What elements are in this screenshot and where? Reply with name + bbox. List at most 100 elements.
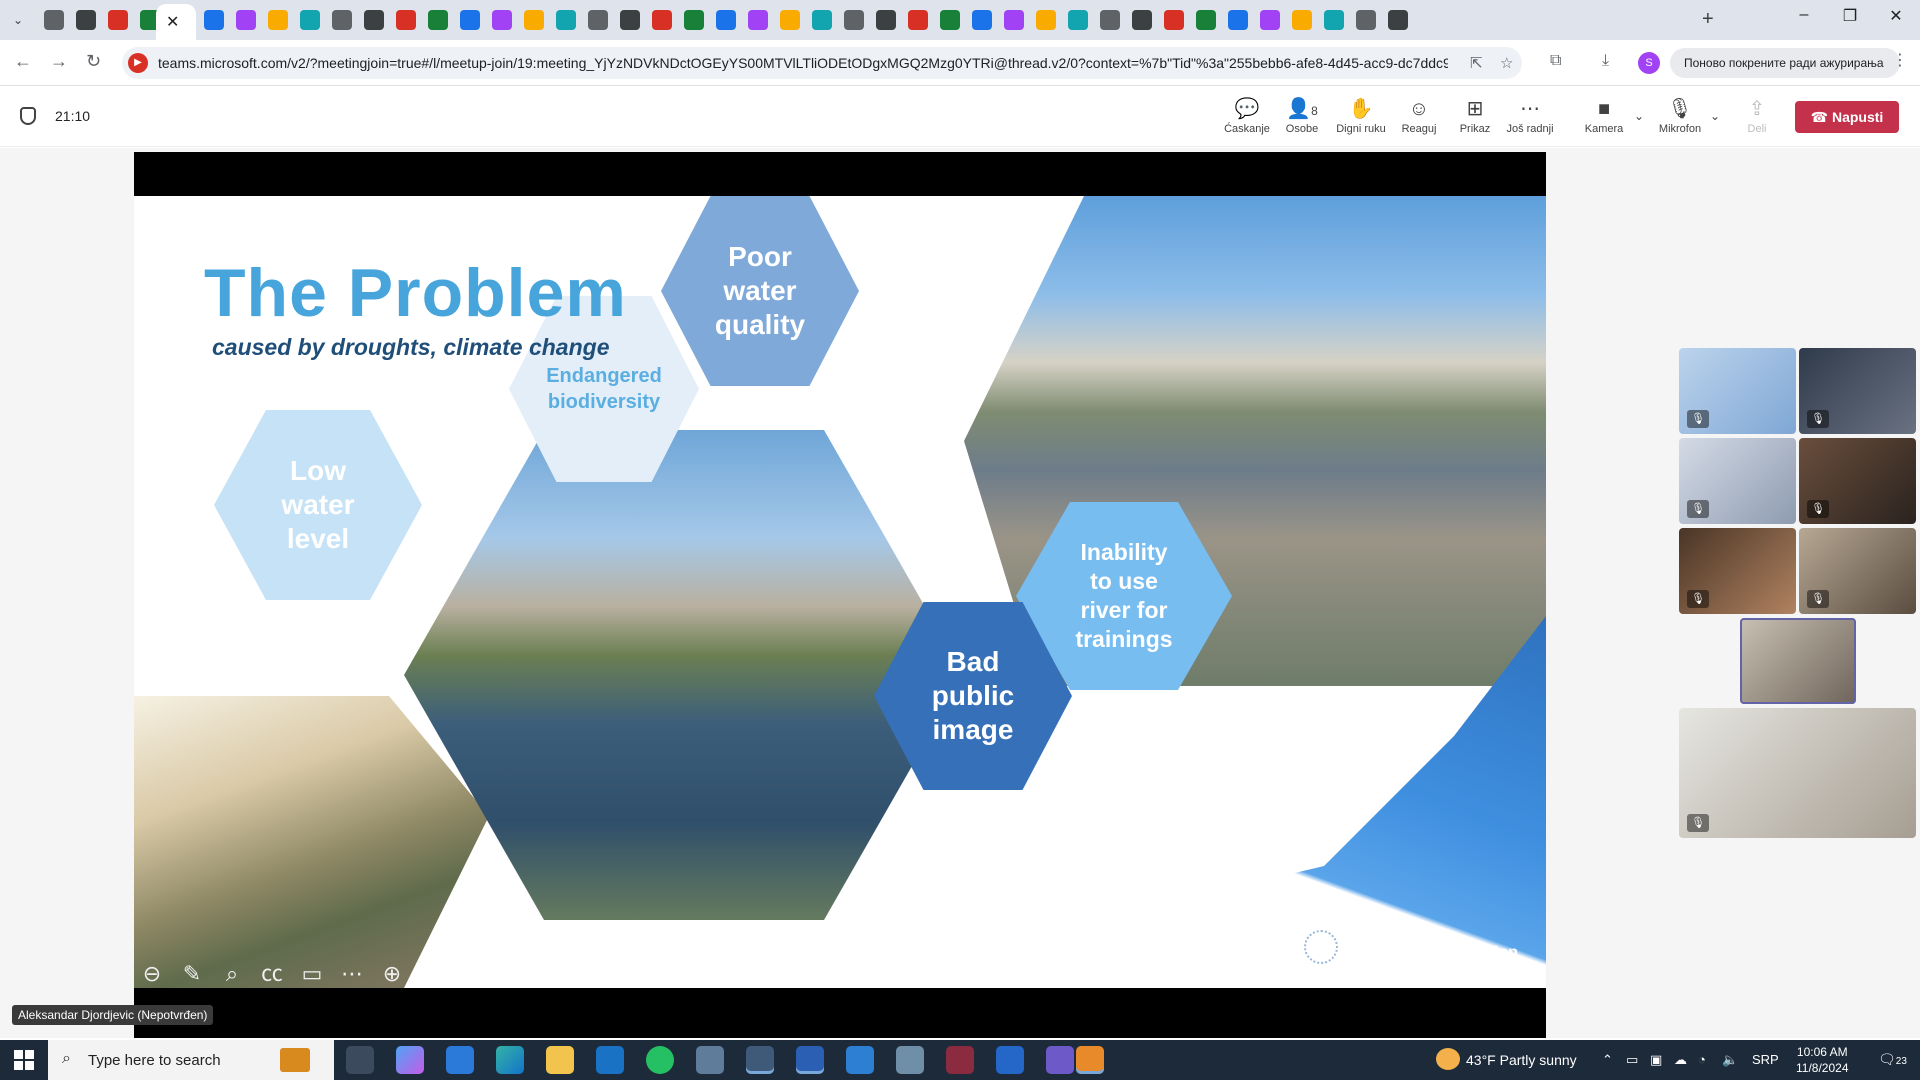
extensions-icon[interactable]: ⧉ bbox=[1550, 52, 1561, 70]
site-info-icon[interactable]: ▶ bbox=[128, 53, 148, 73]
web-icon[interactable] bbox=[1196, 10, 1216, 30]
photos-icon[interactable] bbox=[846, 1046, 874, 1074]
camera-options-chevron-icon[interactable]: ⌄ bbox=[1634, 109, 1644, 123]
forward-icon[interactable]: → bbox=[50, 51, 68, 72]
bookmark-star-icon[interactable]: ☆ bbox=[1500, 54, 1513, 72]
profile-avatar[interactable]: S bbox=[1638, 52, 1660, 74]
whatsapp-icon[interactable] bbox=[646, 1046, 674, 1074]
reload-icon[interactable]: ↻ bbox=[86, 51, 101, 72]
web-icon[interactable] bbox=[1068, 10, 1088, 30]
web-icon[interactable] bbox=[652, 10, 672, 30]
web-icon[interactable] bbox=[1164, 10, 1184, 30]
notification-center-icon[interactable]: 🗨23 bbox=[1878, 1051, 1907, 1068]
github-icon[interactable] bbox=[780, 10, 800, 30]
browser-menu-icon[interactable]: ⋮ bbox=[1892, 50, 1908, 70]
chrome-icon[interactable] bbox=[746, 1046, 774, 1074]
zoom-icon[interactable]: ⌕ bbox=[216, 958, 248, 988]
participant-tile[interactable]: 🎙 bbox=[1679, 348, 1796, 434]
share-button[interactable]: ⇪ Deli bbox=[1727, 97, 1787, 135]
participant-tile[interactable]: 🎙 bbox=[1799, 528, 1916, 614]
file-explorer-icon[interactable] bbox=[546, 1046, 574, 1074]
weather-text[interactable]: 43°F Partly sunny bbox=[1466, 1052, 1577, 1068]
update-chip[interactable]: Поново покрените ради ажурирања bbox=[1670, 48, 1900, 78]
viber-icon[interactable] bbox=[1046, 1046, 1074, 1074]
previous-slide-icon[interactable]: ⊖ bbox=[136, 958, 168, 988]
url-text[interactable]: teams.microsoft.com/v2/?meetingjoin=true… bbox=[158, 55, 1448, 71]
translate-icon[interactable] bbox=[812, 10, 832, 30]
tray-app-icon[interactable]: ☁ bbox=[1674, 1052, 1687, 1068]
windows-start-icon[interactable] bbox=[14, 1050, 34, 1070]
new-tab-button[interactable]: + bbox=[1702, 8, 1714, 31]
web-icon[interactable] bbox=[1004, 10, 1024, 30]
mail-icon[interactable] bbox=[620, 10, 640, 30]
web-icon[interactable] bbox=[940, 10, 960, 30]
calculator-icon[interactable] bbox=[696, 1046, 724, 1074]
web-icon[interactable] bbox=[972, 10, 992, 30]
self-view-tile[interactable]: 🎙 bbox=[1679, 708, 1916, 838]
onedrive-icon[interactable] bbox=[236, 10, 256, 30]
web-icon[interactable] bbox=[332, 10, 352, 30]
web-icon[interactable] bbox=[876, 10, 896, 30]
github-icon[interactable] bbox=[1260, 10, 1280, 30]
camera-icon[interactable]: ▭ bbox=[296, 958, 328, 988]
task-view-icon[interactable] bbox=[346, 1046, 374, 1074]
address-bar[interactable]: ▶ teams.microsoft.com/v2/?meetingjoin=tr… bbox=[122, 47, 1522, 79]
leave-button[interactable]: ☎ Napusti bbox=[1795, 101, 1899, 133]
edge-icon[interactable] bbox=[496, 1046, 524, 1074]
people-button[interactable]: 👤8 Osobe bbox=[1272, 97, 1332, 135]
volume-icon[interactable]: 🔈 bbox=[1722, 1052, 1738, 1068]
github-icon[interactable] bbox=[524, 10, 544, 30]
image-icon[interactable] bbox=[396, 10, 416, 30]
gmail-icon[interactable] bbox=[684, 10, 704, 30]
active-speaker-tile[interactable] bbox=[1740, 618, 1856, 704]
tray-chevron-icon[interactable]: ⌃ bbox=[1602, 1052, 1613, 1068]
close-tab-icon[interactable]: ✕ bbox=[166, 12, 179, 32]
sway-icon[interactable] bbox=[492, 10, 512, 30]
back-icon[interactable]: ← bbox=[14, 51, 32, 72]
web-icon[interactable] bbox=[1324, 10, 1344, 30]
restore-button[interactable]: ❐ bbox=[1830, 6, 1870, 26]
sway-icon[interactable] bbox=[1388, 10, 1408, 30]
participant-tile[interactable]: 🎙 bbox=[1799, 438, 1916, 524]
more-actions-button[interactable]: ⋯ Još radnji bbox=[1500, 97, 1560, 135]
raise-hand-button[interactable]: ✋ Digni ruku bbox=[1331, 97, 1391, 135]
pdf-icon[interactable] bbox=[428, 10, 448, 30]
teams-icon[interactable] bbox=[108, 10, 128, 30]
tab-search-chevron-icon[interactable]: ⌄ bbox=[6, 8, 30, 32]
sheets-icon[interactable] bbox=[1356, 10, 1376, 30]
chrome-profile-icon[interactable] bbox=[1076, 1046, 1104, 1074]
downloads-icon[interactable]: ⤓ bbox=[1602, 52, 1609, 70]
mic-button[interactable]: 🎙 Mikrofon bbox=[1650, 97, 1710, 135]
minimize-button[interactable]: – bbox=[1784, 6, 1824, 24]
view-button[interactable]: ⊞ Prikaz bbox=[1445, 97, 1505, 135]
more-icon[interactable]: ⋯ bbox=[336, 958, 368, 988]
home-icon[interactable] bbox=[76, 10, 96, 30]
close-window-button[interactable]: ✕ bbox=[1876, 6, 1916, 26]
pen-icon[interactable]: ✎ bbox=[176, 958, 208, 988]
taskbar-search[interactable]: ⌕ Type here to search bbox=[48, 1040, 334, 1080]
tray-app-icon[interactable]: ▭ bbox=[1626, 1052, 1638, 1068]
web-icon[interactable] bbox=[364, 10, 384, 30]
captions-icon[interactable]: ㏄ bbox=[256, 958, 288, 988]
chat-button[interactable]: 💬 Ćaskanje bbox=[1217, 97, 1277, 135]
gmail-icon[interactable] bbox=[716, 10, 736, 30]
next-slide-icon[interactable]: ⊕ bbox=[376, 958, 408, 988]
participant-tile[interactable]: 🎙 bbox=[1799, 348, 1916, 434]
drive-icon[interactable] bbox=[1132, 10, 1152, 30]
app-icon[interactable] bbox=[204, 10, 224, 30]
copilot-icon[interactable] bbox=[396, 1046, 424, 1074]
store-icon[interactable] bbox=[446, 1046, 474, 1074]
camera-button[interactable]: ■ Kamera bbox=[1574, 97, 1634, 135]
network-icon[interactable]: ◔ bbox=[1698, 1052, 1706, 1067]
participant-tile[interactable]: 🎙 bbox=[1679, 528, 1796, 614]
web-icon[interactable] bbox=[844, 10, 864, 30]
participant-tile[interactable]: 🎙 bbox=[1679, 438, 1796, 524]
snipping-icon[interactable] bbox=[946, 1046, 974, 1074]
maps-icon[interactable] bbox=[908, 10, 928, 30]
app-icon[interactable] bbox=[896, 1046, 924, 1074]
weather-icon[interactable] bbox=[1436, 1048, 1460, 1070]
tray-app-icon[interactable]: ▣ bbox=[1650, 1052, 1662, 1068]
clock[interactable]: 10:06 AM 11/8/2024 bbox=[1796, 1044, 1849, 1076]
chrome-icon[interactable] bbox=[44, 10, 64, 30]
github-icon[interactable] bbox=[748, 10, 768, 30]
